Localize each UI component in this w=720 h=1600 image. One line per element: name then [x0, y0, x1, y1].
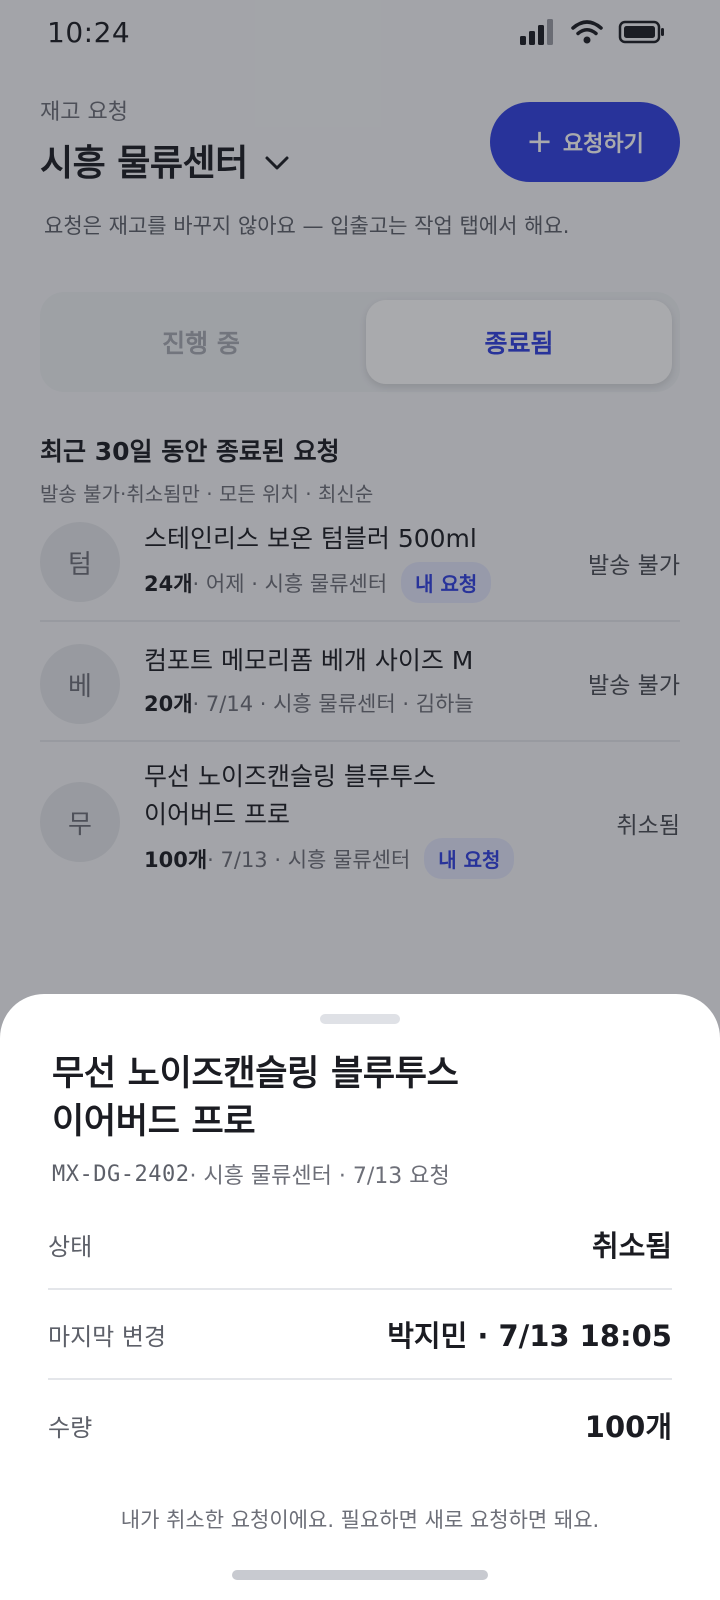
detail-row-last-change: 마지막 변경 박지민 · 7/13 18:05: [48, 1290, 672, 1380]
sheet-drag-handle[interactable]: [320, 1014, 400, 1024]
detail-value: 박지민 · 7/13 18:05: [387, 1319, 672, 1353]
sheet-title-line2: 이어버드 프로: [52, 1102, 256, 1142]
request-detail-sheet: 무선 노이즈캔슬링 블루투스 이어버드 프로 MX-DG-2402 · 시흥 물…: [0, 994, 720, 1600]
detail-label: 마지막 변경: [48, 1322, 167, 1351]
detail-label: 상태: [48, 1232, 93, 1261]
sheet-meta: · 시흥 물류센터 · 7/13 요청: [189, 1164, 450, 1189]
detail-row-status: 상태 취소됨: [48, 1200, 672, 1290]
home-indicator[interactable]: [232, 1570, 488, 1580]
sheet-subtitle: MX-DG-2402 · 시흥 물류센터 · 7/13 요청: [52, 1158, 450, 1190]
sheet-note: 내가 취소한 요청이에요. 필요하면 새로 요청하면 돼요.: [120, 1508, 600, 1532]
detail-row-quantity: 수량 100개: [48, 1380, 672, 1470]
sheet-title-line1: 무선 노이즈캔슬링 블루투스: [52, 1054, 459, 1094]
detail-value: 취소됨: [591, 1229, 672, 1263]
detail-value: 100개: [584, 1410, 672, 1444]
sku-code: MX-DG-2402: [52, 1161, 190, 1187]
detail-label: 수량: [48, 1413, 93, 1442]
sheet-title: 무선 노이즈캔슬링 블루투스 이어버드 프로: [52, 1050, 612, 1146]
